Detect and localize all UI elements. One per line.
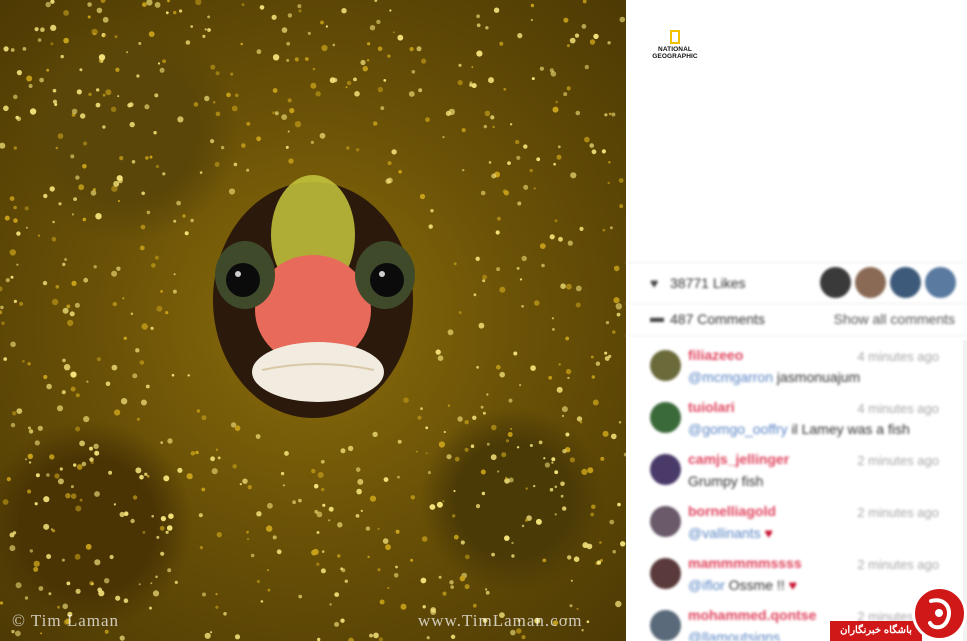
post-photo[interactable]: © Tim Laman www.TimLaman.com — [0, 0, 626, 641]
comment-username[interactable]: mohammed.qontse — [688, 607, 816, 623]
comment-body: @llamoutsigns — [688, 629, 780, 641]
comment-body: @vallinants ♥ — [688, 525, 773, 541]
commenter-avatar[interactable] — [650, 402, 681, 433]
comment-mention[interactable]: @gomgo_ooffry — [688, 421, 788, 437]
comment-text: jasmonuajum — [776, 369, 861, 385]
comment-mention[interactable]: @iflor — [688, 577, 725, 593]
yellow-frame-icon — [670, 30, 680, 44]
blenny-fish — [213, 175, 415, 418]
comment-item: bornelliagold 2 minutes ago @vallinants … — [626, 498, 967, 550]
commenter-avatar[interactable] — [650, 506, 681, 537]
comment-username[interactable]: filiazeeo — [688, 347, 743, 363]
comment-body: @gomgo_ooffry il Lamey was a fish — [688, 421, 910, 437]
comments-bar: ▬ 487 Comments Show all comments — [626, 303, 967, 336]
comment-username[interactable]: camjs_jellinger — [688, 451, 789, 467]
comment-text: Grumpy fish — [688, 473, 764, 489]
national-geographic-logo[interactable]: NATIONAL GEOGRAPHIC — [652, 30, 698, 60]
mic-logo-icon — [928, 598, 951, 630]
comment-mention[interactable]: @mcmgarron — [688, 369, 773, 385]
comment-mention[interactable]: @llamoutsigns — [688, 629, 780, 641]
comment-item: filiazeeo 4 minutes ago @mcmgarron jasmo… — [626, 342, 967, 394]
liker-avatar[interactable] — [925, 267, 956, 298]
comments-count: 487 Comments — [670, 311, 765, 327]
comment-item: mammmmmssss 2 minutes ago @iflor Ossme !… — [626, 550, 967, 602]
site-badge-label[interactable]: باشگاه خبرنگاران — [830, 621, 922, 641]
comment-body: Grumpy fish — [688, 473, 763, 489]
heart-emoji-icon: ♥ — [788, 577, 797, 593]
heart-icon[interactable]: ♥ — [650, 275, 658, 291]
comment-time: 4 minutes ago — [857, 401, 939, 416]
comment-icon: ▬ — [650, 309, 664, 325]
comment-body: @iflor Ossme !! ♥ — [688, 577, 797, 593]
logo-text: NATIONAL GEOGRAPHIC — [652, 46, 698, 60]
liker-avatar[interactable] — [855, 267, 886, 298]
likes-count[interactable]: 38771 Likes — [670, 275, 746, 291]
likes-bar: ♥ 38771 Likes — [626, 262, 967, 304]
commenter-avatar[interactable] — [650, 610, 681, 641]
watermark-left: © Tim Laman — [12, 611, 120, 630]
comment-item: camjs_jellinger 2 minutes ago Grumpy fis… — [626, 446, 967, 498]
comment-item: tuiolari 4 minutes ago @gomgo_ooffry il … — [626, 394, 967, 446]
site-badge-logo[interactable] — [912, 586, 967, 641]
comment-body: @mcmgarron jasmonuajum — [688, 369, 860, 385]
fish-coral-image — [0, 0, 626, 641]
comment-username[interactable]: mammmmmssss — [688, 555, 802, 571]
watermark-right: www.TimLaman.com — [418, 611, 583, 630]
comments-scrollbar[interactable] — [963, 340, 967, 641]
post-sidebar: NATIONAL GEOGRAPHIC ♥ 38771 Likes ▬ 487 … — [626, 0, 967, 641]
comment-mention[interactable]: @vallinants — [688, 525, 761, 541]
show-all-comments-link[interactable]: Show all comments — [834, 311, 955, 327]
heart-emoji-icon: ♥ — [764, 525, 773, 541]
comment-time: 2 minutes ago — [857, 453, 939, 468]
comment-username[interactable]: tuiolari — [688, 399, 735, 415]
comment-username[interactable]: bornelliagold — [688, 503, 776, 519]
comment-text: Ossme !! — [728, 577, 785, 593]
comment-time: 2 minutes ago — [857, 557, 939, 572]
liker-avatar[interactable] — [890, 267, 921, 298]
commenter-avatar[interactable] — [650, 558, 681, 589]
comment-time: 2 minutes ago — [857, 505, 939, 520]
liker-avatar[interactable] — [820, 267, 851, 298]
comment-list: filiazeeo 4 minutes ago @mcmgarron jasmo… — [626, 340, 967, 641]
comment-time: 4 minutes ago — [857, 349, 939, 364]
commenter-avatar[interactable] — [650, 350, 681, 381]
commenter-avatar[interactable] — [650, 454, 681, 485]
comment-text: il Lamey was a fish — [791, 421, 910, 437]
